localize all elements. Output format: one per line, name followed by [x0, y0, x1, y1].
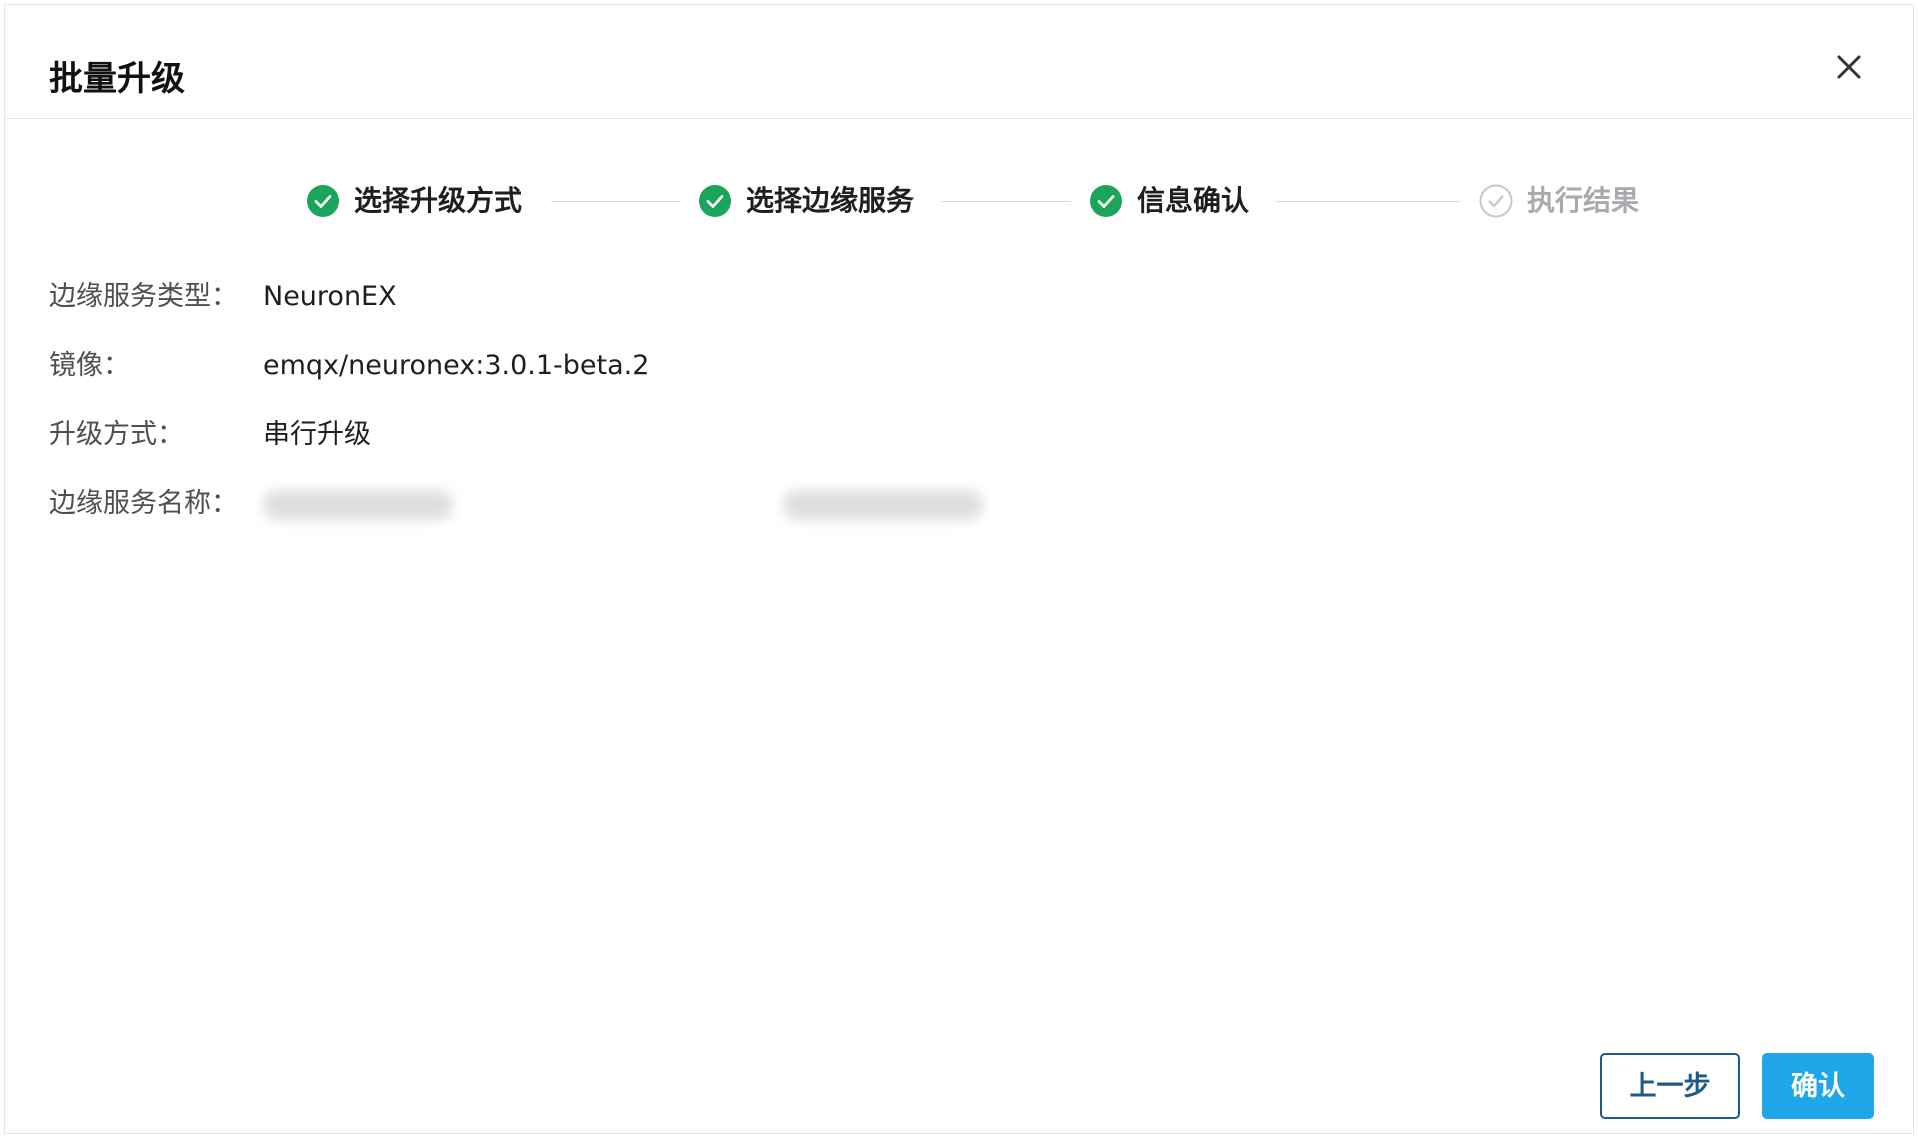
service-type-row: 边缘服务类型： NeuronEX [49, 273, 1869, 321]
image-value: emqx/neuronex:3.0.1-beta.2 [263, 350, 650, 381]
step-label: 信息确认 [1137, 184, 1250, 217]
upgrade-mode-row: 升级方式： 串行升级 [49, 411, 1869, 459]
step-label: 执行结果 [1527, 184, 1640, 217]
image-label: 镜像： [49, 350, 130, 381]
redacted-service-name [263, 490, 453, 520]
step-label: 选择边缘服务 [746, 184, 915, 217]
check-circle-icon [1090, 185, 1122, 217]
batch-upgrade-dialog: 批量升级 选择升级方式 选择边缘服务 信息确认 执行结果 边缘服务类型： Neu… [4, 4, 1914, 1134]
check-circle-icon [307, 185, 339, 217]
service-names-row: 边缘服务名称： [49, 480, 1869, 528]
step-confirm-info: 信息确认 [1089, 179, 1249, 223]
step-select-upgrade-mode: 选择升级方式 [306, 179, 522, 223]
dialog-header: 批量升级 [5, 5, 1913, 119]
check-circle-outline-icon [1479, 184, 1513, 218]
service-names-label: 边缘服务名称： [49, 488, 238, 519]
step-select-edge-services: 选择边缘服务 [698, 179, 914, 223]
confirm-button[interactable]: 确认 [1762, 1053, 1874, 1119]
image-row: 镜像： emqx/neuronex:3.0.1-beta.2 [49, 342, 1869, 390]
step-connector [1275, 201, 1461, 202]
dialog-title: 批量升级 [49, 59, 185, 99]
service-type-label: 边缘服务类型： [49, 281, 238, 312]
close-icon [1837, 55, 1861, 79]
step-connector [941, 201, 1071, 202]
previous-step-button[interactable]: 上一步 [1600, 1053, 1740, 1119]
upgrade-mode-label: 升级方式： [49, 419, 184, 450]
redacted-service-name [783, 490, 983, 520]
check-circle-icon [699, 185, 731, 217]
close-button[interactable] [1831, 49, 1867, 85]
service-type-value: NeuronEX [263, 281, 397, 312]
step-execution-result: 执行结果 [1479, 179, 1639, 223]
upgrade-mode-value: 串行升级 [263, 419, 371, 450]
steps-bar: 选择升级方式 选择边缘服务 信息确认 执行结果 [5, 179, 1913, 223]
step-connector [551, 201, 681, 202]
step-label: 选择升级方式 [354, 184, 523, 217]
